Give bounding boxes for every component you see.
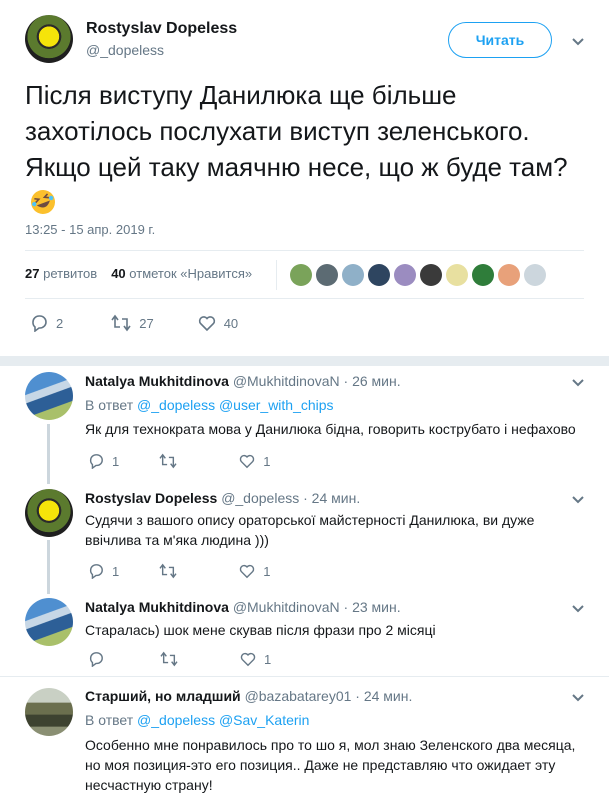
tweet-text-body: Після виступу Данилюка ще більше захотіл… xyxy=(25,80,568,182)
like-count: 1 xyxy=(263,453,271,469)
thread-line xyxy=(47,540,50,594)
liker-avatar[interactable] xyxy=(290,264,312,286)
retweet-button[interactable] xyxy=(160,651,178,667)
reply-actions: 1 1 xyxy=(88,563,270,579)
reply-time[interactable]: · 24 мин. xyxy=(355,688,412,704)
in-reply-to: В ответ @_dopeless @user_with_chips xyxy=(85,397,334,413)
liker-avatar[interactable] xyxy=(420,264,442,286)
like-button[interactable]: 40 xyxy=(198,314,238,332)
reply-author-name[interactable]: Natalya Mukhitdinova xyxy=(85,373,229,389)
divider xyxy=(276,260,277,290)
author-handle[interactable]: @_dopeless xyxy=(86,42,164,58)
liker-avatar[interactable] xyxy=(368,264,390,286)
reply-author-handle[interactable]: @_dopeless xyxy=(221,490,299,506)
likes-stat[interactable]: 40 отметок «Нравится» xyxy=(111,266,252,281)
retweet-button[interactable] xyxy=(159,453,177,469)
liker-avatar[interactable] xyxy=(394,264,416,286)
tweet-text: Після виступу Данилюка ще більше захотіл… xyxy=(25,77,590,221)
likers-avatars xyxy=(290,264,546,286)
reply-text: Особенно мне понравилось про то шо я, мо… xyxy=(85,737,576,793)
section-divider xyxy=(0,356,609,366)
heart-icon xyxy=(240,651,256,667)
liker-avatar[interactable] xyxy=(472,264,494,286)
avatar[interactable] xyxy=(25,489,73,537)
reply-button[interactable]: 2 xyxy=(30,314,63,332)
author-avatar[interactable] xyxy=(25,15,73,63)
rolling-laughing-emoji-icon xyxy=(29,188,57,216)
chevron-down-icon[interactable] xyxy=(571,492,585,506)
reply-actions: 1 xyxy=(88,651,271,667)
mention-link[interactable]: @_dopeless @user_with_chips xyxy=(137,397,334,413)
reply-icon xyxy=(88,453,104,469)
follow-button[interactable]: Читать xyxy=(448,22,552,58)
divider xyxy=(0,676,609,677)
reply-author-handle[interactable]: @MukhitdinovaN xyxy=(233,373,340,389)
reply-header: Natalya Mukhitdinova @MukhitdinovaN · 26… xyxy=(85,373,401,389)
retweet-count: 27 xyxy=(139,315,154,331)
retweet-icon xyxy=(159,453,177,469)
reply-author-name[interactable]: Natalya Mukhitdinova xyxy=(85,599,229,615)
reply-author-name[interactable]: Rostyslav Dopeless xyxy=(85,490,217,506)
avatar[interactable] xyxy=(25,598,73,646)
like-button[interactable]: 1 xyxy=(239,453,270,469)
liker-avatar[interactable] xyxy=(446,264,468,286)
tweet-timestamp[interactable]: 13:25 - 15 апр. 2019 г. xyxy=(25,222,155,237)
tweet-stats: 27 ретвитов 40 отметок «Нравится» xyxy=(25,266,252,281)
retweet-button[interactable] xyxy=(159,563,177,579)
reply-count: 1 xyxy=(112,453,120,469)
reply-author-name[interactable]: Старший, но младший xyxy=(85,688,241,704)
reply-button[interactable]: 1 xyxy=(88,453,119,469)
liker-avatar[interactable] xyxy=(342,264,364,286)
reply-time[interactable]: · 23 мин. xyxy=(344,599,401,615)
chevron-down-icon[interactable] xyxy=(571,690,585,704)
reply-button[interactable] xyxy=(88,651,104,667)
avatar[interactable] xyxy=(25,372,73,420)
reply-text: Як для технократа мова у Данилюка бідна,… xyxy=(85,421,576,437)
like-button[interactable]: 1 xyxy=(239,563,270,579)
reply-author-handle[interactable]: @bazabatarey01 xyxy=(245,688,352,704)
in-reply-to: В ответ @_dopeless @Sav_Katerin xyxy=(85,712,310,728)
like-count: 1 xyxy=(264,651,272,667)
reply-count: 1 xyxy=(112,563,120,579)
reply-author-handle[interactable]: @MukhitdinovaN xyxy=(233,599,340,615)
reply-header: Natalya Mukhitdinova @MukhitdinovaN · 23… xyxy=(85,599,401,615)
thread-line xyxy=(47,424,50,484)
reply-time[interactable]: · 24 мин. xyxy=(303,490,360,506)
reply-button[interactable]: 1 xyxy=(88,563,119,579)
retweet-icon xyxy=(159,563,177,579)
chevron-down-icon[interactable] xyxy=(571,375,585,389)
reply-icon xyxy=(30,314,48,332)
like-button[interactable]: 1 xyxy=(240,651,271,667)
retweet-icon xyxy=(111,314,131,332)
reply-text: Старалась) шок мене скував після фрази п… xyxy=(85,622,436,638)
like-count: 1 xyxy=(263,563,271,579)
liker-avatar[interactable] xyxy=(524,264,546,286)
reply-icon xyxy=(88,651,104,667)
chevron-down-icon[interactable] xyxy=(571,601,585,615)
reply-actions: 1 1 xyxy=(88,453,270,469)
avatar[interactable] xyxy=(25,688,73,736)
retweet-button[interactable]: 27 xyxy=(111,314,154,332)
heart-icon xyxy=(239,563,255,579)
liker-avatar[interactable] xyxy=(498,264,520,286)
reply-icon xyxy=(88,563,104,579)
divider xyxy=(25,298,584,299)
reply-text: Судячи з вашого опису ораторської майсте… xyxy=(85,512,535,548)
reply-header: Rostyslav Dopeless @_dopeless · 24 мин. xyxy=(85,490,360,506)
retweet-icon xyxy=(160,651,178,667)
author-name[interactable]: Rostyslav Dopeless xyxy=(86,20,237,38)
heart-icon xyxy=(239,453,255,469)
like-count: 40 xyxy=(223,315,239,331)
reply-header: Старший, но младший @bazabatarey01 · 24 … xyxy=(85,688,412,704)
liker-avatar[interactable] xyxy=(316,264,338,286)
divider xyxy=(25,250,584,251)
tweet-actions: 2 27 40 xyxy=(30,314,238,332)
chevron-down-icon[interactable] xyxy=(571,34,585,48)
reply-count: 2 xyxy=(56,315,64,331)
mention-link[interactable]: @_dopeless @Sav_Katerin xyxy=(137,712,309,728)
retweets-stat[interactable]: 27 ретвитов xyxy=(25,266,97,281)
reply-time[interactable]: · 26 мин. xyxy=(344,373,401,389)
heart-icon xyxy=(198,314,216,332)
